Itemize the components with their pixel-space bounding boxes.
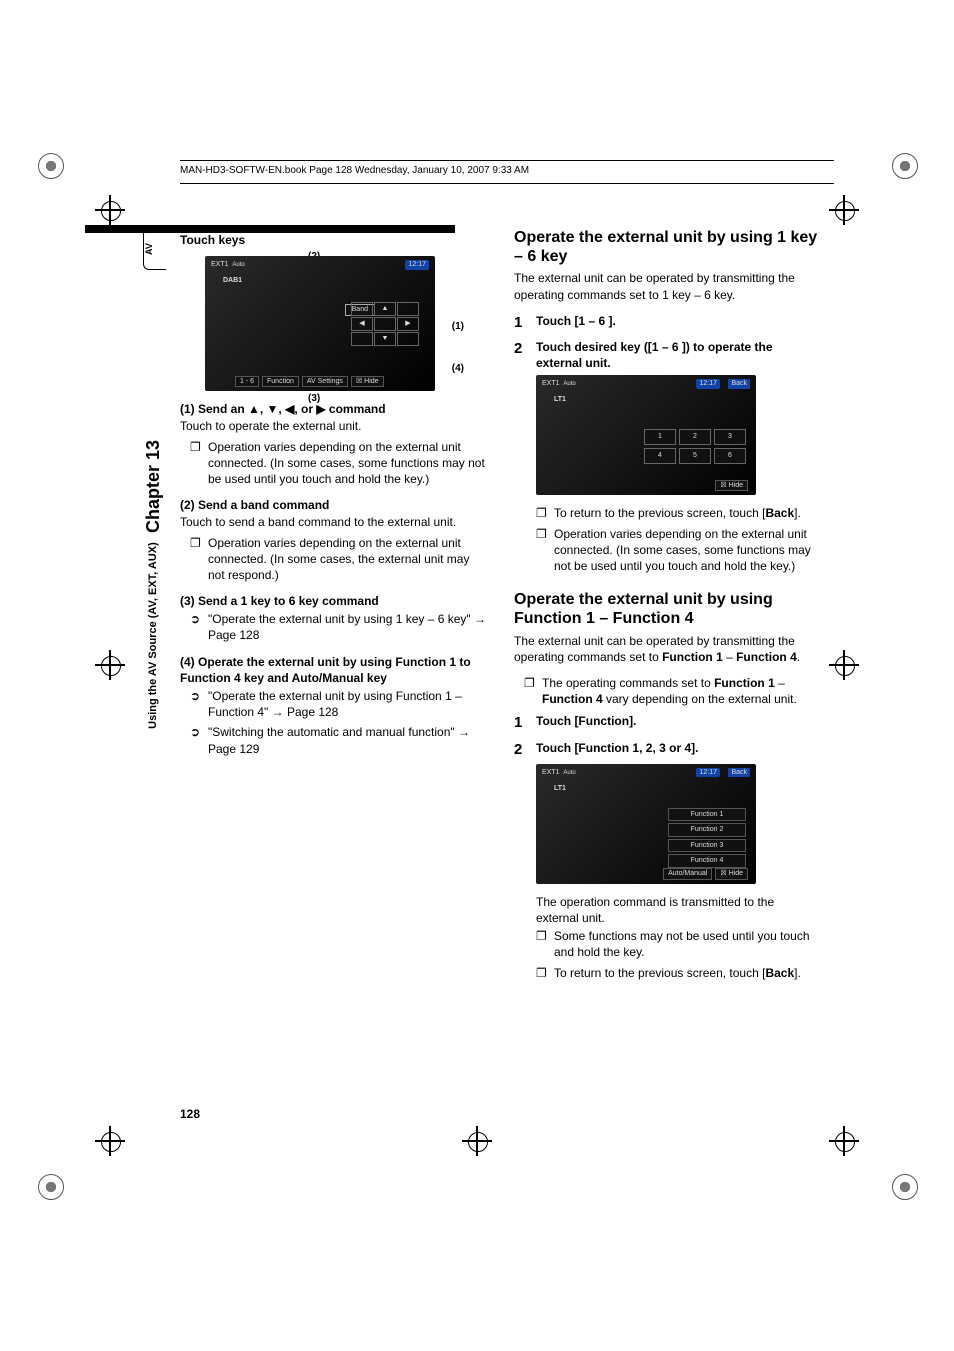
ss2-bottom: ☒ Hide	[566, 480, 748, 491]
crop-mark-icon	[95, 1126, 125, 1156]
ss3-hide-button[interactable]: ☒ Hide	[715, 868, 748, 879]
intro-1key-6key: The external unit can be operated by tra…	[514, 270, 820, 302]
right-column: Operate the external unit by using 1 key…	[514, 228, 820, 985]
left-column: Touch keys (2) (1) (4) (3) EXT1 Auto 12:…	[180, 228, 486, 985]
section-4-link-1: ➲"Operate the external unit by using Fun…	[190, 688, 486, 720]
registration-mark-icon	[30, 1166, 70, 1206]
ss2-keys: 1 2 3 4 5 6	[644, 429, 746, 464]
ss2-key-5[interactable]: 5	[679, 448, 711, 464]
ss3-back-button[interactable]: Back	[728, 768, 750, 777]
ss1-bottom-bar: 1 - 6 Function AV Settings ☒ Hide	[235, 376, 427, 387]
section-1-title: (1) Send an ▲, ▼, ◀, or ▶ command	[180, 401, 486, 417]
tab-source-text: Using the AV Source (AV, EXT, AUX)	[147, 542, 159, 729]
note-function-vary: ❐The operating commands set to Function …	[524, 675, 820, 707]
ss1-avsettings-button[interactable]: AV Settings	[302, 376, 348, 387]
heading-function-1-4: Operate the external unit by using Funct…	[514, 590, 820, 628]
callout-3: (3)	[308, 392, 320, 406]
ss1-up-button[interactable]: ▲	[374, 302, 396, 316]
section-3-link: ➲"Operate the external unit by using 1 k…	[190, 611, 486, 643]
after-text: The operation command is transmitted to …	[536, 894, 820, 926]
ss1-down-button[interactable]: ▼	[374, 332, 396, 346]
ss1-right-button[interactable]: ▶	[397, 317, 419, 331]
side-tab: AV Using the AV Source (AV, EXT, AUX) Ch…	[143, 228, 168, 729]
ss3-time: 12:17	[696, 768, 720, 777]
callout-1: (1)	[452, 320, 464, 334]
tab-av: AV	[143, 228, 166, 270]
registration-mark-icon	[30, 145, 70, 185]
ss1-hide-button[interactable]: ☒ Hide	[351, 376, 384, 387]
ss3-function-3[interactable]: Function 3	[668, 839, 746, 852]
section-4-title: (4) Operate the external unit by using F…	[180, 654, 486, 686]
ss3-function-2[interactable]: Function 2	[668, 823, 746, 836]
header-filename: MAN-HD3-SOFTW-EN.book Page 128 Wednesday…	[180, 160, 834, 184]
ss2-back-button[interactable]: Back	[728, 379, 750, 388]
page: MAN-HD3-SOFTW-EN.book Page 128 Wednesday…	[0, 0, 954, 1351]
crop-mark-icon	[829, 195, 859, 225]
screenshot-touch-keys: EXT1 Auto 12:17 DAB1 Band ▲ ◀▶ ▼ 1 - 6 F…	[205, 256, 435, 391]
section-4-link-2: ➲"Switching the automatic and manual fun…	[190, 724, 486, 756]
touch-keys-heading: Touch keys	[180, 232, 486, 248]
ss1-time: 12:17	[405, 260, 429, 269]
section-2-bullet: ❐Operation varies depending on the exter…	[190, 535, 486, 584]
ss2-label: LT1	[554, 395, 566, 404]
ss3-label: LT1	[554, 784, 566, 793]
registration-mark-icon	[884, 1166, 924, 1206]
ss1-function-button[interactable]: Function	[262, 376, 299, 387]
ss3-function-list: Function 1 Function 2 Function 3 Functio…	[668, 808, 746, 868]
step-2: 2Touch desired key ([1 – 6 ]) to operate…	[514, 339, 820, 371]
section-2-sub: Touch to send a band command to the exte…	[180, 514, 486, 530]
ss2-key-3[interactable]: 3	[714, 429, 746, 445]
crop-mark-icon	[95, 195, 125, 225]
crop-mark-icon	[829, 650, 859, 680]
step-1: 1Touch [1 – 6 ].	[514, 313, 820, 333]
fstep-1: 1Touch [Function].	[514, 713, 820, 733]
section-1-bullet: ❐Operation varies depending on the exter…	[190, 439, 486, 488]
section-3-title: (3) Send a 1 key to 6 key command	[180, 593, 486, 609]
note-back-2: ❐To return to the previous screen, touch…	[536, 965, 820, 981]
fstep-2: 2Touch [Function 1, 2, 3 or 4].	[514, 740, 820, 760]
ss1-left-button[interactable]: ◀	[351, 317, 373, 331]
crop-mark-icon	[829, 1126, 859, 1156]
ss1-source: EXT1 Auto	[211, 260, 245, 269]
tab-chapter: Using the AV Source (AV, EXT, AUX) Chapt…	[143, 440, 164, 729]
note-hold-key: ❐Some functions may not be used until yo…	[536, 928, 820, 960]
ss1-label: DAB1	[223, 276, 242, 285]
note-operation-varies: ❐Operation varies depending on the exter…	[536, 526, 820, 575]
ss3-function-4[interactable]: Function 4	[668, 854, 746, 867]
ss1-1-6-button[interactable]: 1 - 6	[235, 376, 259, 387]
registration-mark-icon	[884, 145, 924, 185]
note-back-1: ❐To return to the previous screen, touch…	[536, 505, 820, 521]
content: Touch keys (2) (1) (4) (3) EXT1 Auto 12:…	[180, 228, 820, 985]
screenshot-1-6: EXT1 Auto 12:17 Back LT1 1 2 3 4 5 6 ☒ H…	[536, 375, 756, 495]
section-1-sub: Touch to operate the external unit.	[180, 418, 486, 434]
ss2-source: EXT1 Auto	[542, 379, 576, 388]
crop-mark-icon	[462, 1126, 492, 1156]
page-number: 128	[180, 1107, 200, 1121]
ss2-key-6[interactable]: 6	[714, 448, 746, 464]
section-2-title: (2) Send a band command	[180, 497, 486, 513]
ss2-hide-button[interactable]: ☒ Hide	[715, 480, 748, 491]
ss3-function-1[interactable]: Function 1	[668, 808, 746, 821]
ss2-key-2[interactable]: 2	[679, 429, 711, 445]
ss3-bottom: Auto/Manual ☒ Hide	[566, 868, 748, 879]
tab-chapter-text: Chapter 13	[143, 440, 163, 533]
intro-function-1-4: The external unit can be operated by tra…	[514, 633, 820, 665]
ss3-source: EXT1 Auto	[542, 768, 576, 777]
callout-4: (4)	[452, 362, 464, 376]
crop-mark-icon	[95, 650, 125, 680]
ss3-auto-manual-button[interactable]: Auto/Manual	[663, 868, 712, 879]
screenshot-function: EXT1 Auto 12:17 Back LT1 Function 1 Func…	[536, 764, 756, 884]
ss2-key-1[interactable]: 1	[644, 429, 676, 445]
heading-1key-6key: Operate the external unit by using 1 key…	[514, 228, 820, 266]
ss2-key-4[interactable]: 4	[644, 448, 676, 464]
screenshot-1-wrap: (2) (1) (4) (3) EXT1 Auto 12:17 DAB1 Ban…	[180, 256, 460, 391]
ss2-time: 12:17	[696, 379, 720, 388]
